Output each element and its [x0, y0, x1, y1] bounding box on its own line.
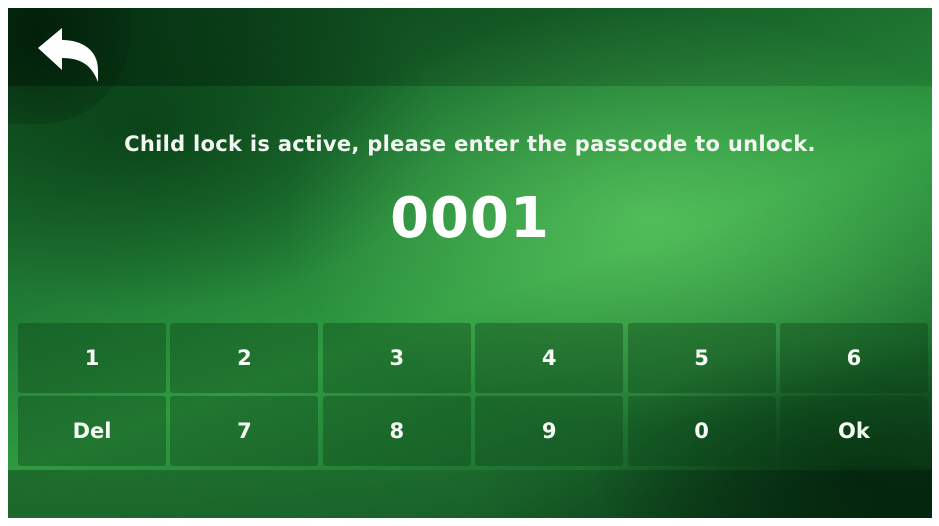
key-1[interactable]: 1 [18, 323, 166, 393]
key-5[interactable]: 5 [627, 323, 776, 393]
key-9[interactable]: 9 [475, 396, 624, 466]
header-bar [8, 8, 932, 86]
key-0[interactable]: 0 [627, 396, 776, 466]
key-ok[interactable]: Ok [779, 396, 928, 466]
key-8[interactable]: 8 [322, 396, 471, 466]
key-3[interactable]: 3 [322, 323, 471, 393]
passcode-display: 0001 [390, 186, 550, 251]
key-6[interactable]: 6 [779, 323, 928, 393]
footer-bar [8, 470, 932, 518]
key-delete[interactable]: Del [18, 396, 166, 466]
key-4[interactable]: 4 [475, 323, 624, 393]
keypad: 1 2 3 4 5 6 Del 7 8 9 0 Ok [18, 323, 928, 466]
key-2[interactable]: 2 [170, 323, 319, 393]
lock-message: Child lock is active, please enter the p… [124, 132, 816, 156]
child-lock-screen: Child lock is active, please enter the p… [8, 8, 932, 518]
back-arrow-icon [38, 28, 98, 82]
key-7[interactable]: 7 [170, 396, 319, 466]
back-button[interactable] [8, 8, 130, 124]
